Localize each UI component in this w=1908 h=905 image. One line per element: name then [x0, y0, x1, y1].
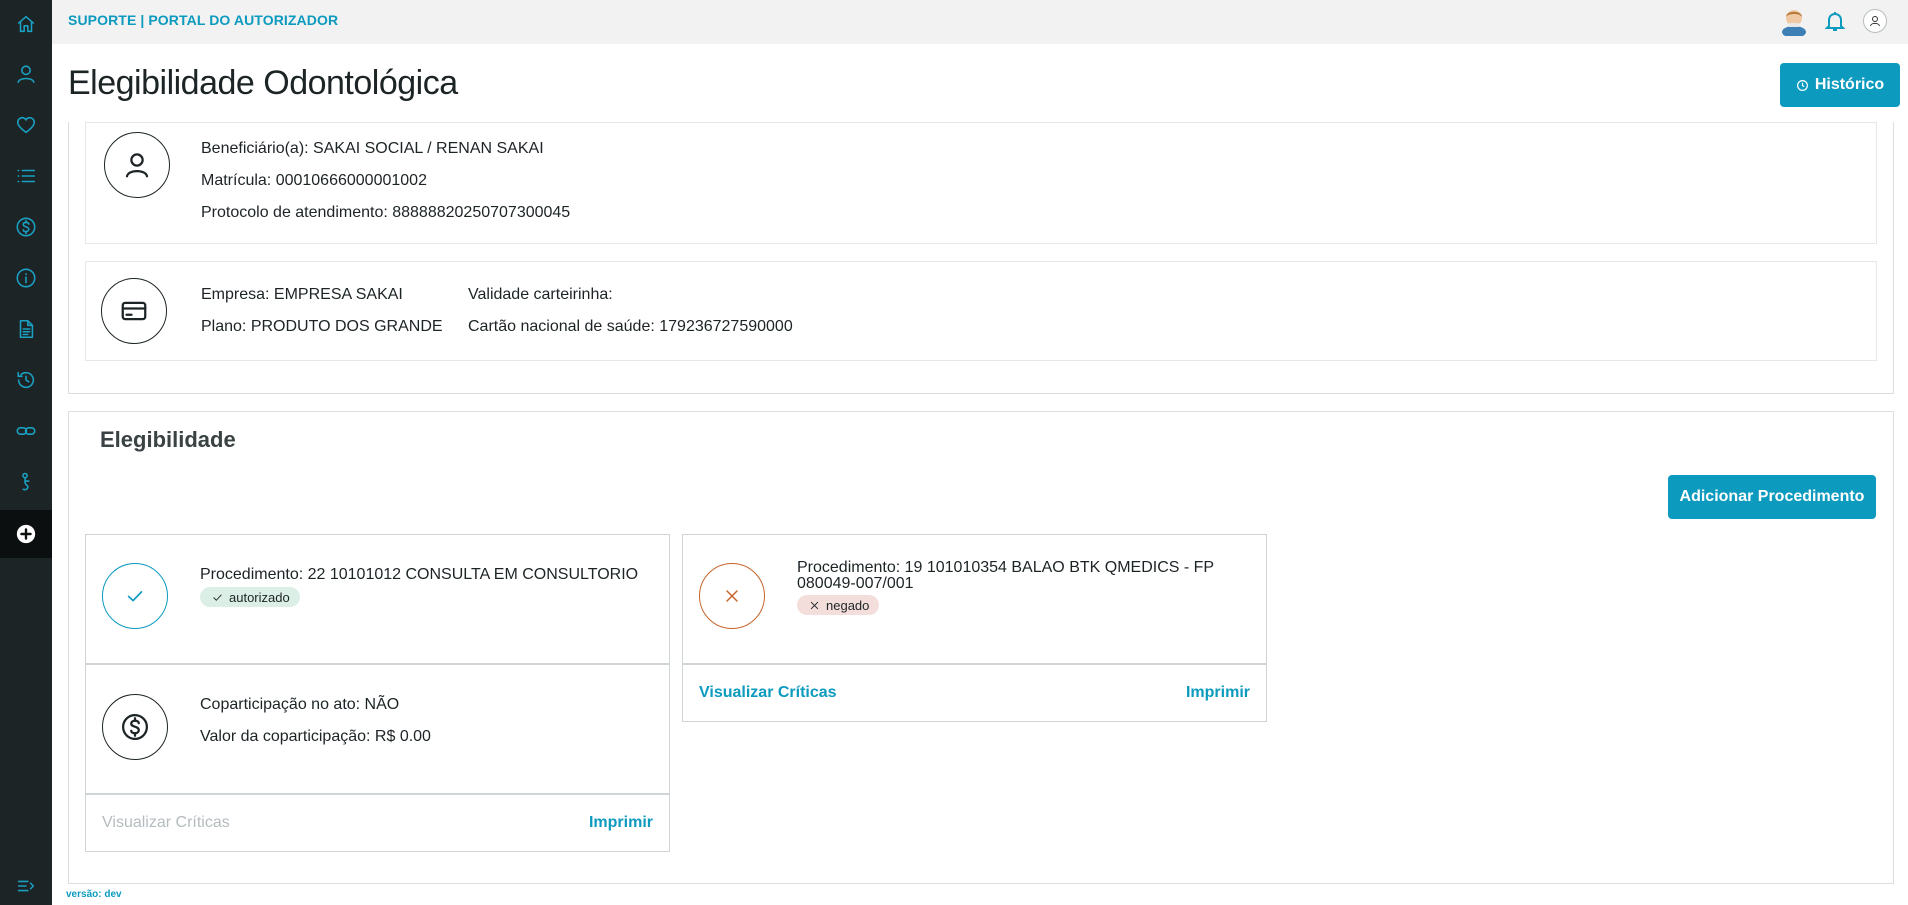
history-button[interactable]: Histórico	[1780, 63, 1900, 107]
procedure-card-denied: Procedimento: 19 101010354 BALAO BTK QME…	[682, 534, 1267, 664]
section-title: Elegibilidade	[100, 427, 236, 452]
plus-circle-icon	[16, 524, 36, 544]
sidebar-item-health[interactable]	[0, 101, 52, 149]
sidebar-item-links[interactable]	[0, 407, 52, 455]
procedure-card-authorized: Procedimento: 22 10101012 CONSULTA EM CO…	[85, 534, 670, 664]
status-badge-authorized: autorizado	[200, 587, 300, 607]
procedure-actions-denied: Visualizar Críticas Imprimir	[682, 664, 1267, 722]
beneficiary-avatar	[104, 132, 170, 198]
beneficiary-registration: Matrícula: 00010666000001002	[201, 172, 427, 189]
user-icon	[17, 65, 35, 84]
sidebar-collapse-button[interactable]	[0, 862, 52, 905]
page-title: Elegibilidade Odontológica	[68, 64, 458, 102]
user-icon	[1870, 16, 1880, 27]
status-circle-authorized	[102, 563, 168, 629]
sidebar-item-home[interactable]	[0, 0, 52, 48]
history-icon	[17, 371, 35, 389]
procedure-text-line2: 080049-007/001	[797, 575, 914, 592]
view-criticas-link[interactable]: Visualizar Críticas	[699, 684, 837, 702]
sidebar-item-info[interactable]	[0, 254, 52, 302]
beneficiary-name: Beneficiário(a): SAKAI SOCIAL / RENAN SA…	[201, 140, 544, 157]
beneficiary-card: Beneficiário(a): SAKAI SOCIAL / RENAN SA…	[85, 122, 1877, 244]
menu-collapse-icon	[17, 880, 35, 892]
procedure-text: Procedimento: 22 10101012 CONSULTA EM CO…	[200, 566, 639, 583]
document-icon	[19, 319, 34, 339]
sidebar	[0, 0, 52, 905]
view-criticas-link[interactable]: Visualizar Críticas	[102, 814, 230, 832]
credit-card-icon	[121, 301, 147, 321]
sidebar-item-new[interactable]	[0, 510, 52, 558]
status-circle-denied	[699, 563, 765, 629]
status-badge-denied: negado	[797, 595, 880, 615]
beneficiary-protocol: Protocolo de atendimento: 88888820250707…	[201, 204, 571, 221]
procedure-actions-authorized: Visualizar Críticas Imprimir	[85, 794, 670, 852]
print-link[interactable]: Imprimir	[589, 814, 653, 832]
card-avatar	[101, 278, 167, 344]
contract-card: Empresa: EMPRESA SAKAI Plano: PRODUTO DO…	[85, 261, 1877, 361]
list-icon	[17, 169, 36, 183]
user-icon	[125, 153, 149, 178]
sidebar-item-finance[interactable]	[0, 203, 52, 251]
version-label: versão: dev	[66, 889, 122, 900]
add-procedure-button[interactable]: Adicionar Procedimento	[1668, 475, 1876, 519]
copay-at-act: Coparticipação no ato: NÃO	[200, 696, 400, 713]
close-icon	[726, 590, 738, 602]
home-icon	[17, 15, 35, 33]
heart-icon	[16, 116, 36, 134]
contract-card-validity: Validade carteirinha:	[468, 286, 613, 303]
link-icon	[16, 427, 36, 435]
clock-icon	[1796, 79, 1808, 91]
contract-company: Empresa: EMPRESA SAKAI	[201, 286, 403, 303]
beneficiary-panel: Beneficiário(a): SAKAI SOCIAL / RENAN SA…	[68, 122, 1894, 394]
sidebar-item-list[interactable]	[0, 152, 52, 200]
contract-plan: Plano: PRODUTO DOS GRANDE	[201, 318, 443, 335]
status-badge-label: negado	[826, 597, 870, 613]
user-menu-button[interactable]	[1863, 9, 1887, 33]
history-button-label: Histórico	[1814, 76, 1885, 93]
copay-value: Valor da coparticipação: R$ 0.00	[200, 728, 431, 745]
print-link[interactable]: Imprimir	[1186, 684, 1250, 702]
copay-card: Coparticipação no ato: NÃO Valor da copa…	[85, 664, 670, 794]
check-icon	[127, 591, 143, 602]
dollar-icon	[122, 714, 148, 740]
dollar-icon	[16, 217, 36, 237]
person-walk-icon	[22, 472, 30, 491]
info-icon	[16, 268, 36, 288]
check-icon	[213, 594, 222, 601]
app-brand[interactable]: SUPORTE | PORTAL DO AUTORIZADOR	[68, 12, 338, 28]
copay-avatar	[102, 694, 168, 760]
status-badge-label: autorizado	[229, 589, 290, 605]
notifications-button[interactable]	[1823, 9, 1847, 33]
procedure-text-line1: Procedimento: 19 101010354 BALAO BTK QME…	[797, 559, 1215, 576]
sidebar-item-user[interactable]	[0, 50, 52, 98]
bell-icon	[1824, 12, 1846, 31]
contract-national-card: Cartão nacional de saúde: 17923672759000…	[468, 318, 793, 335]
close-icon	[810, 601, 819, 609]
sidebar-item-history[interactable]	[0, 356, 52, 404]
sidebar-item-person[interactable]	[0, 458, 52, 506]
user-avatar-photo[interactable]	[1780, 6, 1808, 38]
sidebar-item-documents[interactable]	[0, 305, 52, 353]
topbar: SUPORTE | PORTAL DO AUTORIZADOR	[52, 0, 1908, 44]
